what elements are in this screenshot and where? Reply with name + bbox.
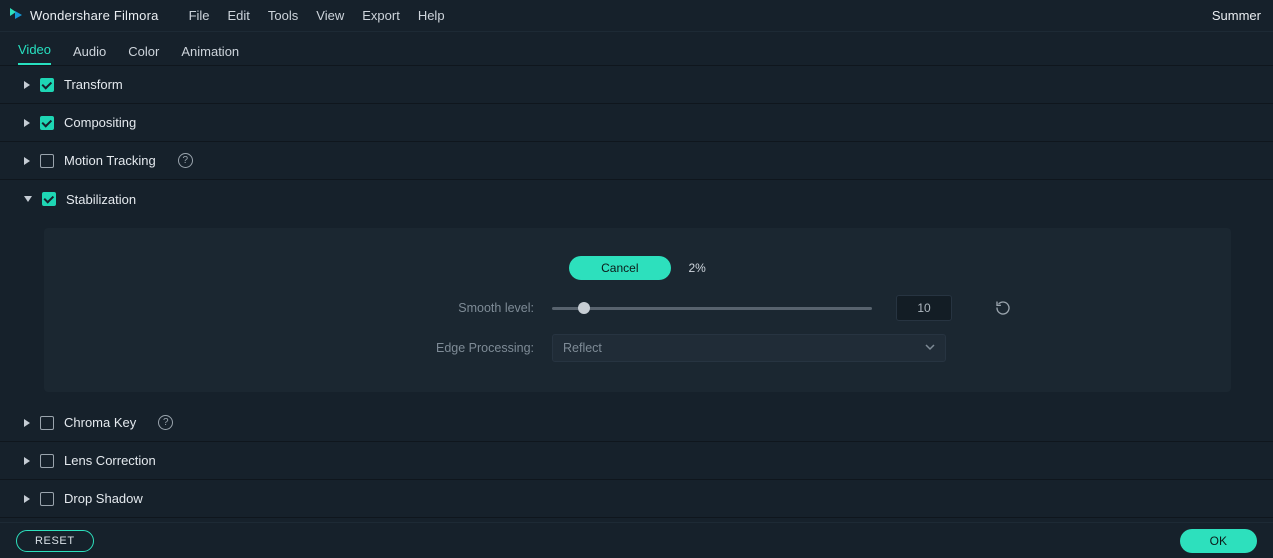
checkbox-transform[interactable] <box>40 78 54 92</box>
property-tabs: Video Audio Color Animation <box>0 32 1273 66</box>
smooth-level-slider[interactable] <box>552 307 872 310</box>
section-lens-correction[interactable]: Lens Correction <box>0 442 1273 480</box>
edge-processing-dropdown[interactable]: Reflect <box>552 334 946 362</box>
section-compositing[interactable]: Compositing <box>0 104 1273 142</box>
footer-bar: RESET OK <box>0 522 1273 558</box>
menu-view[interactable]: View <box>316 8 344 23</box>
smooth-level-label: Smooth level: <box>74 301 534 315</box>
menu-export[interactable]: Export <box>362 8 400 23</box>
dropdown-value: Reflect <box>563 341 602 355</box>
reset-button[interactable]: RESET <box>16 530 94 552</box>
reset-smooth-icon[interactable] <box>994 299 1012 317</box>
section-label: Compositing <box>64 115 136 130</box>
section-label: Stabilization <box>66 192 136 207</box>
menu-edit[interactable]: Edit <box>228 8 250 23</box>
stabilization-body: Cancel 2% Smooth level: 10 Edge Processi… <box>44 228 1231 392</box>
section-label: Drop Shadow <box>64 491 143 506</box>
disclosure-icon[interactable] <box>24 495 30 503</box>
smooth-level-row: Smooth level: 10 <box>74 288 1201 328</box>
checkbox-stabilization[interactable] <box>42 192 56 206</box>
menu-items: File Edit Tools View Export Help <box>189 8 445 23</box>
checkbox-lens-correction[interactable] <box>40 454 54 468</box>
section-label: Chroma Key <box>64 415 136 430</box>
checkbox-motion-tracking[interactable] <box>40 154 54 168</box>
disclosure-icon[interactable] <box>24 419 30 427</box>
help-icon[interactable]: ? <box>158 415 173 430</box>
edge-processing-label: Edge Processing: <box>74 341 534 355</box>
tab-animation[interactable]: Animation <box>181 44 239 65</box>
smooth-level-value[interactable]: 10 <box>896 295 952 321</box>
section-label: Motion Tracking <box>64 153 156 168</box>
menu-tools[interactable]: Tools <box>268 8 298 23</box>
video-properties-panel: Transform Compositing Motion Tracking ? … <box>0 66 1273 522</box>
disclosure-icon[interactable] <box>24 457 30 465</box>
section-label: Transform <box>64 77 123 92</box>
app-brand: Wondershare Filmora <box>8 6 159 25</box>
ok-button[interactable]: OK <box>1180 529 1257 553</box>
tab-audio[interactable]: Audio <box>73 44 106 65</box>
checkbox-chroma-key[interactable] <box>40 416 54 430</box>
app-title: Wondershare Filmora <box>30 8 159 23</box>
stabilization-progress-row: Cancel 2% <box>74 248 1201 288</box>
disclosure-icon[interactable] <box>24 196 32 202</box>
menu-bar: Wondershare Filmora File Edit Tools View… <box>0 0 1273 32</box>
checkbox-drop-shadow[interactable] <box>40 492 54 506</box>
tab-color[interactable]: Color <box>128 44 159 65</box>
tab-video[interactable]: Video <box>18 42 51 65</box>
slider-thumb[interactable] <box>578 302 590 314</box>
help-icon[interactable]: ? <box>178 153 193 168</box>
checkbox-compositing[interactable] <box>40 116 54 130</box>
section-motion-tracking[interactable]: Motion Tracking ? <box>0 142 1273 180</box>
project-name: Summer <box>1212 8 1261 23</box>
chevron-down-icon <box>925 341 935 355</box>
section-stabilization[interactable]: Stabilization <box>0 180 1273 218</box>
menu-file[interactable]: File <box>189 8 210 23</box>
section-label: Lens Correction <box>64 453 156 468</box>
disclosure-icon[interactable] <box>24 81 30 89</box>
section-transform[interactable]: Transform <box>0 66 1273 104</box>
edge-processing-row: Edge Processing: Reflect <box>74 328 1201 368</box>
section-drop-shadow[interactable]: Drop Shadow <box>0 480 1273 518</box>
app-logo-icon <box>8 6 24 25</box>
section-chroma-key[interactable]: Chroma Key ? <box>0 404 1273 442</box>
disclosure-icon[interactable] <box>24 157 30 165</box>
stabilization-progress: 2% <box>689 261 706 275</box>
cancel-button[interactable]: Cancel <box>569 256 670 280</box>
menu-help[interactable]: Help <box>418 8 445 23</box>
disclosure-icon[interactable] <box>24 119 30 127</box>
